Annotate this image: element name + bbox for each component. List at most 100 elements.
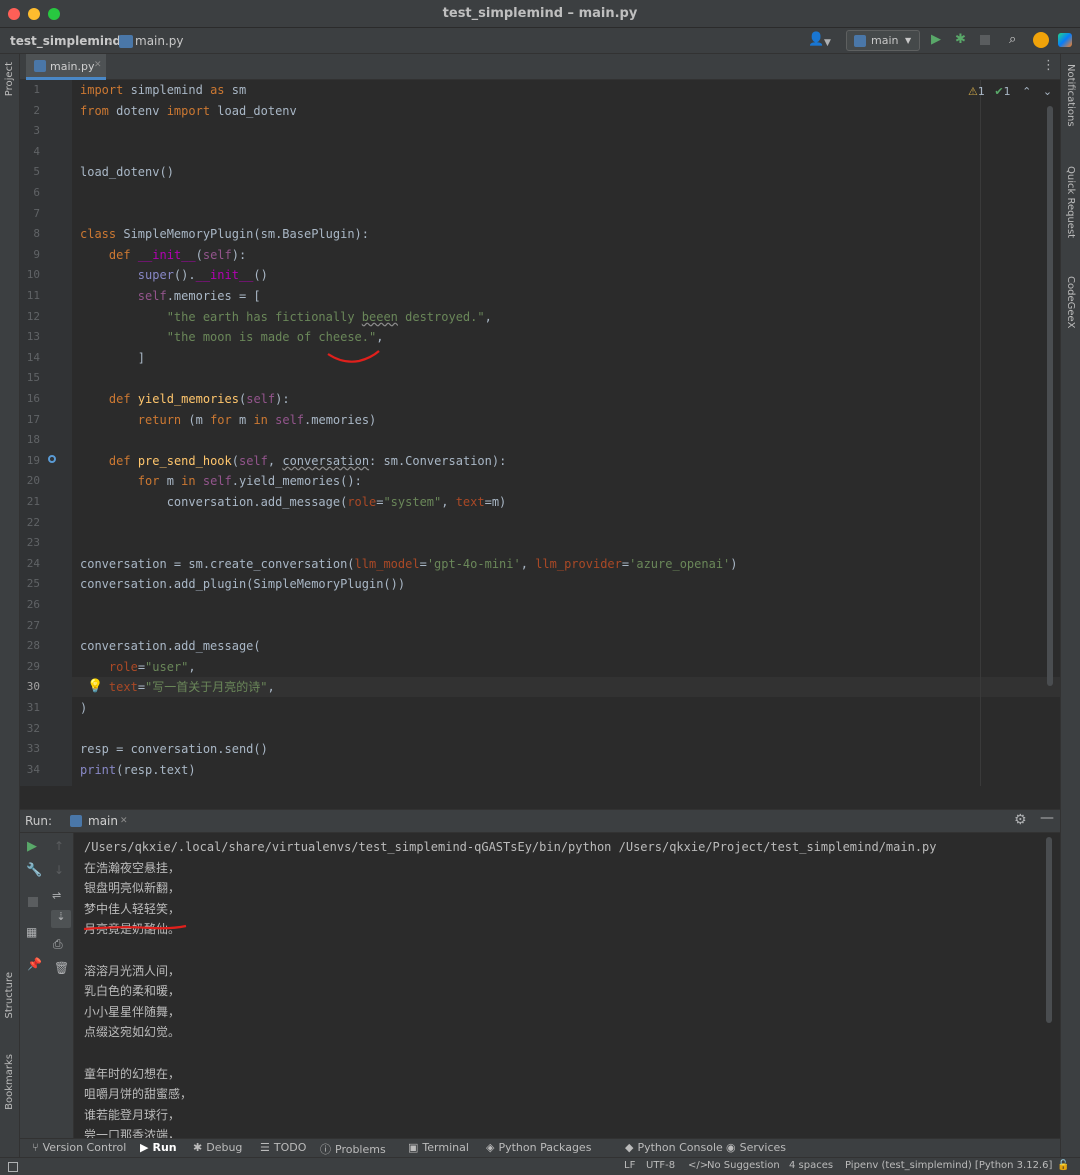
- console-output[interactable]: /Users/qkxie/.local/share/virtualenvs/te…: [74, 833, 1060, 1138]
- close-run-tab-icon[interactable]: ✕: [120, 816, 128, 826]
- line-number: 32: [26, 721, 40, 735]
- run-toolbar: ▶ ↑ 🔧 ↓ ⇌ ⇣ ▦ ⎙ 📌 🗑: [20, 833, 74, 1138]
- intention-bulb-icon[interactable]: 💡: [87, 677, 103, 697]
- bookmarks-tool-button[interactable]: Bookmarks: [4, 1054, 15, 1110]
- code-line: text="写一首关于月亮的诗",: [108, 680, 275, 695]
- more-options-icon[interactable]: ⋮: [1042, 58, 1055, 73]
- breadcrumb-project[interactable]: test_simplemind: [10, 34, 121, 48]
- line-number: 8: [33, 227, 40, 241]
- gear-icon[interactable]: ⚙: [1014, 812, 1027, 828]
- breadcrumb-separator: ›: [107, 34, 112, 48]
- interpreter-setting[interactable]: Pipenv (test_simplemind) [Python 3.12.6]: [845, 1160, 1052, 1171]
- close-tab-icon[interactable]: ✕: [94, 60, 102, 70]
- scroll-to-end-icon[interactable]: ⇣: [51, 910, 71, 928]
- override-gutter-icon[interactable]: [48, 455, 56, 463]
- title-bar: test_simplemind – main.py: [0, 0, 1080, 28]
- run-tool-window-header: Run: main ✕ ⚙ —: [20, 809, 1060, 833]
- tool-tab-problems[interactable]: ⓘ Problems: [320, 1141, 386, 1157]
- code-line: for m in self.yield_memories():: [137, 474, 362, 489]
- tool-tab-services[interactable]: ◉ Services: [726, 1141, 786, 1154]
- console-output-line: 咀嚼月饼的甜蜜感，: [84, 1087, 193, 1102]
- quick-request-tool-button[interactable]: Quick Request: [1065, 166, 1076, 238]
- scroll-down-icon[interactable]: ↓: [54, 863, 64, 877]
- code-line: conversation.add_plugin(SimpleMemoryPlug…: [80, 577, 406, 592]
- line-number: 13: [26, 330, 40, 344]
- hide-panel-icon[interactable]: —: [1040, 810, 1054, 826]
- user-icon[interactable]: 👤: [808, 33, 824, 47]
- tool-tab-icon: ▶: [140, 1141, 149, 1154]
- toolbox-icon[interactable]: [1058, 33, 1072, 47]
- tool-tab-version-control[interactable]: ⑂ Version Control: [32, 1141, 126, 1154]
- tool-tab-icon: ▣: [408, 1141, 419, 1154]
- editor-scrollbar[interactable]: [1047, 106, 1053, 686]
- tool-tab-icon: ⑂: [32, 1141, 39, 1154]
- indent-setting[interactable]: 4 spaces: [789, 1160, 833, 1171]
- line-separator[interactable]: LF: [624, 1160, 635, 1171]
- layout-icon[interactable]: ▦: [26, 925, 37, 939]
- line-number: 7: [33, 206, 40, 220]
- breadcrumb-file[interactable]: main.py: [135, 34, 184, 48]
- rerun-icon[interactable]: ▶: [27, 839, 37, 854]
- line-number: 22: [26, 515, 40, 529]
- scroll-up-icon[interactable]: ↑: [54, 839, 64, 853]
- tool-tab-icon: ☰: [260, 1141, 270, 1154]
- line-number: 17: [26, 412, 40, 426]
- notifications-tool-button[interactable]: Notifications: [1065, 64, 1076, 127]
- suggestion-status[interactable]: No Suggestion: [707, 1160, 780, 1171]
- tool-tab-python-console[interactable]: ◆ Python Console: [625, 1141, 723, 1154]
- tool-tab-label: Python Console: [637, 1141, 723, 1154]
- trash-icon[interactable]: 🗑: [54, 961, 69, 975]
- tab-main-py[interactable]: main.py ✕: [26, 54, 106, 80]
- structure-tool-button[interactable]: Structure: [4, 972, 15, 1019]
- weak-warning-icon: ✔: [994, 85, 1004, 98]
- pin-icon[interactable]: 📌: [27, 957, 42, 971]
- tool-tab-label: Run: [152, 1141, 177, 1154]
- console-output-line: 溶溶月光洒人间，: [84, 963, 181, 978]
- python-icon: [70, 815, 82, 827]
- console-output-line: 银盘明亮似新翻，: [84, 881, 181, 896]
- codegeex-tool-button[interactable]: CodeGeeX: [1065, 276, 1076, 329]
- project-tool-button[interactable]: Project: [4, 62, 15, 96]
- run-tab-main[interactable]: main: [88, 814, 118, 828]
- wrench-icon[interactable]: 🔧: [26, 863, 42, 878]
- update-icon[interactable]: [1033, 32, 1049, 48]
- tool-tab-terminal[interactable]: ▣ Terminal: [408, 1141, 469, 1154]
- tool-tab-todo[interactable]: ☰ TODO: [260, 1141, 306, 1154]
- tool-tab-python-packages[interactable]: ◈ Python Packages: [486, 1141, 591, 1154]
- python-file-icon: [119, 35, 133, 48]
- console-scrollbar[interactable]: [1046, 837, 1052, 1023]
- editor-tab-bar: main.py ✕ ⋮: [20, 54, 1060, 80]
- print-icon[interactable]: ⎙: [53, 937, 63, 952]
- run-icon[interactable]: ▶: [931, 33, 941, 47]
- code-line: conversation = sm.create_conversation(ll…: [80, 556, 738, 571]
- tool-tab-icon: ◆: [625, 1141, 634, 1154]
- search-icon[interactable]: ⌕: [1009, 33, 1016, 47]
- line-number: 6: [33, 186, 40, 199]
- line-number: 19: [26, 453, 40, 467]
- code-editor[interactable]: 1 2 3 4 5 6 7 8 9 10 11 12 13 14 15 16 17 18 19 20 21 22 23 24 2…: [20, 80, 1060, 786]
- stop-icon[interactable]: [980, 35, 990, 45]
- previous-highlight-icon[interactable]: ⌃: [1022, 85, 1031, 98]
- line-number: 9: [33, 247, 40, 261]
- code-line: print(resp.text): [80, 762, 196, 777]
- run-configuration-select[interactable]: main ▼: [846, 30, 920, 51]
- code-line: return (m for m in self.memories): [137, 412, 377, 427]
- inspection-widget[interactable]: ⚠1 ✔1 ⌃ ⌄: [968, 85, 1052, 98]
- stop-icon[interactable]: [28, 897, 38, 907]
- chevron-down-icon[interactable]: ▼: [824, 36, 831, 50]
- panel-toggle-icon[interactable]: [8, 1162, 18, 1172]
- tool-tab-debug[interactable]: ✱ Debug: [193, 1141, 242, 1154]
- tool-tab-run[interactable]: ▶ Run: [140, 1141, 177, 1154]
- suggestion-icon: </>: [688, 1160, 709, 1171]
- right-tool-strip: Notifications Quick Request CodeGeeX: [1060, 54, 1080, 1157]
- debug-icon[interactable]: ✱: [955, 33, 966, 47]
- soft-wrap-icon[interactable]: ⇌: [52, 889, 70, 905]
- code-line: from dotenv import load_dotenv: [80, 103, 297, 118]
- tool-tab-label: Terminal: [422, 1141, 469, 1154]
- lock-icon[interactable]: 🔓: [1057, 1160, 1069, 1171]
- next-highlight-icon[interactable]: ⌄: [1043, 85, 1052, 98]
- line-number: 12: [26, 309, 40, 323]
- file-encoding[interactable]: UTF-8: [646, 1160, 675, 1171]
- navigation-bar: test_simplemind › main.py 👤 ▼ main ▼ ▶ ✱…: [0, 28, 1080, 54]
- tool-tab-label: Services: [739, 1141, 786, 1154]
